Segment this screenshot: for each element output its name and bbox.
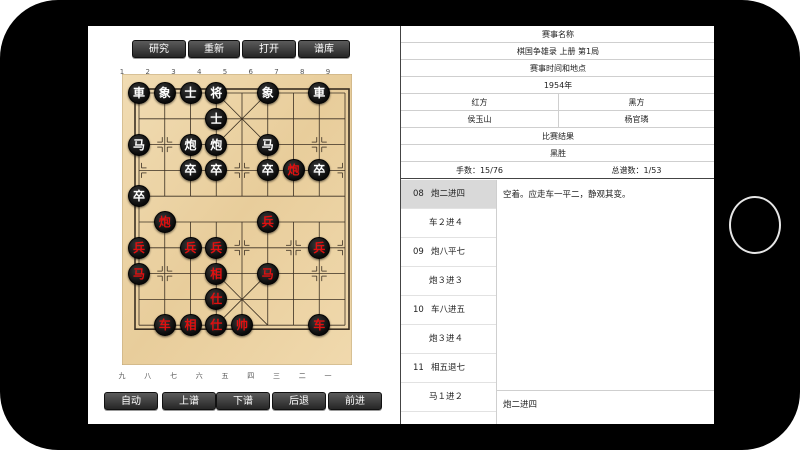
move-text: 相五退七: [431, 363, 466, 373]
move-number: 08: [413, 189, 424, 199]
app-screen: 研究 重新 打开 谱库 123456789 九八七六五四三二一 車象士将象車士马…: [88, 26, 714, 424]
move-list[interactable]: 08 炮二进四车２进４ 09 炮八平七炮３进３ 10 车八进五炮３进４ 11 相五退七马１进２: [401, 180, 497, 424]
auto-play-button[interactable]: 自动: [104, 392, 158, 410]
black-piece[interactable]: 象: [256, 82, 279, 104]
red-piece[interactable]: 相: [205, 262, 228, 285]
move-text: 炮八平七: [431, 247, 466, 257]
red-piece[interactable]: 炮: [153, 211, 176, 233]
black-piece[interactable]: 車: [128, 82, 150, 104]
move-number: 10: [413, 305, 424, 315]
move-text: 车八进五: [431, 305, 466, 315]
players-row: 侯玉山 杨官璘: [401, 111, 714, 128]
previous-game-button[interactable]: 上谱: [162, 392, 216, 410]
bottom-coord: 四: [247, 372, 255, 380]
bottom-coord: 一: [324, 372, 332, 380]
result-value: 黑胜: [401, 145, 714, 162]
result-label: 比赛结果: [401, 128, 714, 145]
bottom-coord: 五: [221, 372, 229, 380]
step-forward-button[interactable]: 前进: [328, 392, 382, 410]
red-piece[interactable]: 兵: [179, 236, 202, 259]
red-piece[interactable]: 炮: [282, 159, 305, 182]
black-piece[interactable]: 炮: [179, 133, 202, 156]
red-piece[interactable]: 马: [256, 262, 279, 285]
move-list-item[interactable]: 炮３进４: [401, 325, 496, 354]
move-list-item[interactable]: 11 相五退七: [401, 354, 496, 383]
bottom-coord: 九: [118, 372, 126, 380]
black-piece[interactable]: 士: [205, 107, 228, 130]
open-button[interactable]: 打开: [242, 40, 296, 58]
red-piece[interactable]: 兵: [205, 236, 228, 259]
red-piece[interactable]: 兵: [128, 236, 150, 259]
move-text: 炮３进４: [429, 334, 464, 344]
red-piece[interactable]: 相: [179, 314, 202, 337]
step-back-button[interactable]: 后退: [272, 392, 326, 410]
next-game-button[interactable]: 下谱: [216, 392, 270, 410]
black-piece[interactable]: 士: [179, 82, 202, 104]
move-number: 09: [413, 247, 424, 257]
move-count: 手数：15/76: [455, 166, 504, 175]
black-piece[interactable]: 卒: [179, 159, 202, 182]
move-list-item[interactable]: 炮３进３: [401, 267, 496, 296]
research-button[interactable]: 研究: [132, 40, 186, 58]
game-info-panel: 赛事名称 棋国争雄录 上册 第1局 赛事时间和地点 1954年 红方 黑方 侯玉…: [400, 26, 714, 424]
move-list-item[interactable]: 09 炮八平七: [401, 238, 496, 267]
counts-row: 手数：15/76 总谱数：1/53: [401, 162, 714, 179]
move-text: 车２进４: [429, 218, 464, 228]
black-piece[interactable]: 炮: [205, 133, 228, 156]
red-piece[interactable]: 兵: [308, 236, 331, 259]
red-side-label: 红方: [471, 98, 488, 107]
red-player: 侯玉山: [467, 115, 492, 124]
event-name: 棋国争雄录 上册 第1局: [401, 43, 714, 60]
red-piece[interactable]: 车: [153, 314, 176, 337]
restart-button[interactable]: 重新: [188, 40, 240, 58]
black-piece[interactable]: 马: [256, 133, 279, 156]
black-side-label: 黑方: [628, 98, 645, 107]
red-piece[interactable]: 马: [128, 262, 150, 285]
move-list-item[interactable]: 08 炮二进四: [401, 180, 496, 209]
phone-frame: 研究 重新 打开 谱库 123456789 九八七六五四三二一 車象士将象車士马…: [0, 0, 800, 450]
bottom-coord: 八: [144, 372, 152, 380]
event-label: 赛事名称: [401, 26, 714, 43]
move-number: 11: [413, 363, 424, 373]
move-list-item[interactable]: 马１进２: [401, 383, 496, 412]
bottom-coord: 六: [195, 372, 203, 380]
red-piece[interactable]: 兵: [256, 211, 279, 233]
move-text: 炮二进四: [431, 189, 466, 199]
home-button[interactable]: [729, 196, 781, 254]
time-place-label: 赛事时间和地点: [401, 60, 714, 77]
bottom-coord: 三: [273, 372, 280, 380]
bottom-coord: 七: [170, 372, 177, 380]
move-comment: 空着。应走车一平二，静观其变。: [503, 190, 631, 200]
move-text: 炮３进３: [429, 276, 464, 286]
time-place-value: 1954年: [401, 77, 714, 94]
move-list-item[interactable]: 车２进４: [401, 209, 496, 238]
bottom-coord: 二: [298, 372, 306, 380]
black-piece[interactable]: 马: [128, 133, 150, 156]
black-player: 杨官璘: [624, 115, 649, 124]
library-button[interactable]: 谱库: [298, 40, 350, 58]
total-games: 总谱数：1/53: [611, 166, 662, 175]
black-piece[interactable]: 卒: [256, 159, 279, 182]
move-list-item[interactable]: 10 车八进五: [401, 296, 496, 325]
move-text: 马１进２: [429, 392, 464, 402]
sides-row: 红方 黑方: [401, 94, 714, 111]
current-move-text: 炮二进四: [497, 390, 714, 424]
black-piece[interactable]: 象: [153, 82, 176, 104]
